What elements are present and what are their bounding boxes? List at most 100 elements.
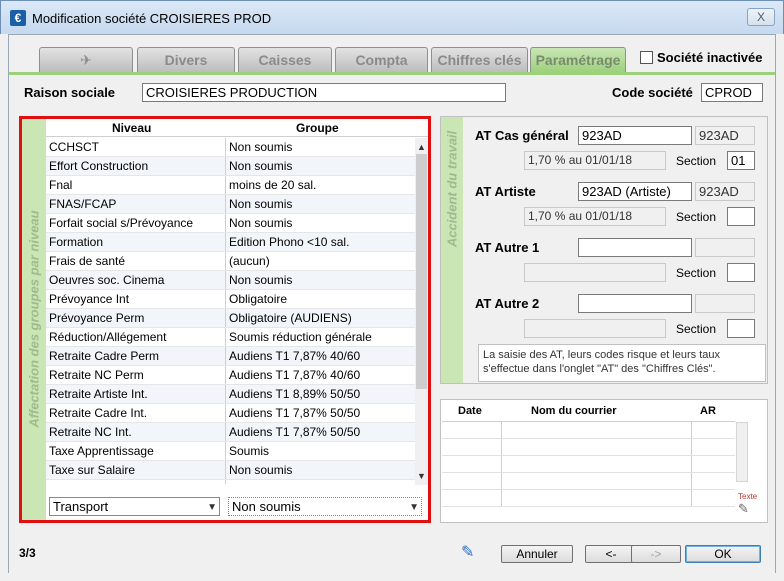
- table-row[interactable]: Taxe sur Salaire Non soumis: [46, 461, 416, 480]
- at-general-label: AT Cas général: [475, 128, 569, 143]
- at-general-code[interactable]: 923AD: [578, 126, 692, 145]
- page-indicator: 3/3: [19, 546, 36, 560]
- grid-scrollbar[interactable]: ▲ ▼: [415, 138, 428, 485]
- tab-parametrage[interactable]: Paramétrage: [530, 47, 626, 73]
- at-autre1-section[interactable]: [727, 263, 755, 282]
- grid-header: Niveau Groupe: [46, 119, 428, 137]
- niveau-combo[interactable]: Transport ▼: [49, 497, 220, 516]
- niveau-cell: Frais de santé: [46, 252, 226, 270]
- texte-icon[interactable]: Texte ✎: [738, 492, 757, 517]
- courrier-grid[interactable]: [442, 421, 735, 521]
- dialog-body: ✈ Divers Caisses Compta Chiffres clés Pa…: [8, 34, 776, 573]
- groupe-cell: Obligatoire: [229, 292, 288, 306]
- niveau-cell: Retraite Cadre Int.: [46, 404, 226, 422]
- table-row[interactable]: Réduction/Allégement Soumis réduction gén…: [46, 328, 416, 347]
- courrier-scrollbar[interactable]: [736, 422, 748, 482]
- tab-chiffres-cles[interactable]: Chiffres clés: [431, 47, 528, 72]
- at-artiste-section[interactable]: [727, 207, 755, 226]
- at-autre2-section[interactable]: [727, 319, 755, 338]
- at-artiste-rate: 1,70 % au 01/01/18: [524, 207, 666, 226]
- table-row[interactable]: [442, 456, 735, 473]
- groupe-combo[interactable]: Non soumis ▼: [228, 497, 422, 516]
- close-button[interactable]: X: [747, 8, 775, 26]
- niveau-cell: Fnal: [46, 176, 226, 194]
- inactive-checkbox-group[interactable]: Société inactivée: [640, 50, 763, 65]
- groupe-cell: Non soumis: [229, 140, 293, 154]
- niveau-cell: Taxe sur Salaire: [46, 461, 226, 479]
- table-row[interactable]: [442, 422, 735, 439]
- groupe-cell: [226, 480, 416, 484]
- tab-divers[interactable]: Divers: [137, 47, 235, 72]
- at-autre2-label: AT Autre 2: [475, 296, 540, 311]
- groupe-cell: Audiens T1 8,89% 50/50: [229, 387, 361, 401]
- affectation-strip: Affectation des groupes par niveau: [22, 119, 46, 520]
- table-row[interactable]: Fnal moins de 20 sal.: [46, 176, 416, 195]
- previous-button[interactable]: <-: [585, 545, 637, 563]
- accident-panel: Accident du travail AT Cas général 923AD…: [440, 116, 768, 384]
- table-row[interactable]: Forfait social s/Prévoyance Non soumis: [46, 214, 416, 233]
- chevron-down-icon: ▼: [409, 502, 419, 513]
- header-date: Date: [458, 405, 482, 417]
- next-button[interactable]: ->: [631, 545, 681, 563]
- at-general-code2: 923AD: [695, 126, 755, 145]
- at-autre2-code[interactable]: [578, 294, 692, 313]
- tab-caisses[interactable]: Caisses: [238, 47, 332, 72]
- niveau-cell: Retraite NC Perm: [46, 366, 226, 384]
- niveau-cell: Retraite Artiste Int.: [46, 385, 226, 403]
- at-autre2-rate: [524, 319, 666, 338]
- at-autre1-code2: [695, 238, 755, 257]
- ok-button[interactable]: OK: [685, 545, 761, 563]
- at-artiste-code[interactable]: 923AD (Artiste): [578, 182, 692, 201]
- tab-plane[interactable]: ✈: [39, 47, 133, 72]
- table-row[interactable]: Retraite Artiste Int. Audiens T1 8,89% 50…: [46, 385, 416, 404]
- table-row[interactable]: Prévoyance Perm Obligatoire (AUDIENS): [46, 309, 416, 328]
- header-groupe: Groupe: [296, 121, 339, 135]
- scroll-thumb[interactable]: [416, 154, 427, 389]
- niveau-cell: Transport: [46, 480, 226, 484]
- scroll-up-icon[interactable]: ▲: [415, 140, 428, 154]
- table-row[interactable]: [442, 490, 735, 507]
- code-societe-input[interactable]: CPROD: [701, 83, 763, 102]
- pen-icon[interactable]: ✎: [461, 542, 474, 562]
- table-row[interactable]: Retraite Cadre Int. Audiens T1 7,87% 50/5…: [46, 404, 416, 423]
- raison-sociale-label: Raison sociale: [24, 85, 116, 100]
- section-label: Section: [676, 322, 717, 336]
- table-row[interactable]: Retraite Cadre Perm Audiens T1 7,87% 40/6…: [46, 347, 416, 366]
- groupe-cell: Audiens T1 7,87% 50/50: [229, 425, 361, 439]
- niveau-cell: Prévoyance Perm: [46, 309, 226, 327]
- at-autre1-code[interactable]: [578, 238, 692, 257]
- niveau-cell: CCHSCT: [46, 138, 226, 156]
- table-row[interactable]: Oeuvres soc. Cinema Non soumis: [46, 271, 416, 290]
- table-row[interactable]: FNAS/FCAP Non soumis: [46, 195, 416, 214]
- affectation-vertical-label: Affectation des groupes par niveau: [26, 210, 42, 428]
- table-row[interactable]: Retraite NC Perm Audiens T1 7,87% 40/60: [46, 366, 416, 385]
- table-row[interactable]: [442, 439, 735, 456]
- title-bar: € Modification société CROISIERES PROD X: [0, 0, 784, 34]
- table-row[interactable]: [442, 473, 735, 490]
- at-general-section[interactable]: 01: [727, 151, 755, 170]
- niveau-cell: Effort Construction: [46, 157, 226, 175]
- annuler-button[interactable]: Annuler: [501, 545, 573, 563]
- table-row[interactable]: Prévoyance Int Obligatoire: [46, 290, 416, 309]
- table-row[interactable]: Transport: [46, 480, 416, 484]
- inactive-checkbox[interactable]: [640, 51, 653, 64]
- chevron-down-icon: ▼: [207, 502, 217, 513]
- groupe-cell: Non soumis: [229, 463, 293, 477]
- groupe-cell: Edition Phono <10 sal.: [229, 235, 350, 249]
- affectation-grid[interactable]: CCHSCT Non soumis Effort Construction Non s…: [46, 138, 416, 484]
- code-societe-label: Code société: [612, 85, 693, 100]
- header-nom-courrier: Nom du courrier: [531, 405, 617, 417]
- niveau-cell: Oeuvres soc. Cinema: [46, 271, 226, 289]
- table-row[interactable]: CCHSCT Non soumis: [46, 138, 416, 157]
- table-row[interactable]: Retraite NC Int. Audiens T1 7,87% 50/50: [46, 423, 416, 442]
- niveau-cell: FNAS/FCAP: [46, 195, 226, 213]
- table-row[interactable]: Formation Edition Phono <10 sal.: [46, 233, 416, 252]
- scroll-down-icon[interactable]: ▼: [415, 469, 428, 483]
- tab-compta[interactable]: Compta: [335, 47, 428, 72]
- raison-sociale-input[interactable]: CROISIERES PRODUCTION: [142, 83, 506, 102]
- table-row[interactable]: Taxe Apprentissage Soumis: [46, 442, 416, 461]
- table-row[interactable]: Effort Construction Non soumis: [46, 157, 416, 176]
- niveau-cell: Retraite Cadre Perm: [46, 347, 226, 365]
- at-artiste-label: AT Artiste: [475, 184, 536, 199]
- table-row[interactable]: Frais de santé (aucun): [46, 252, 416, 271]
